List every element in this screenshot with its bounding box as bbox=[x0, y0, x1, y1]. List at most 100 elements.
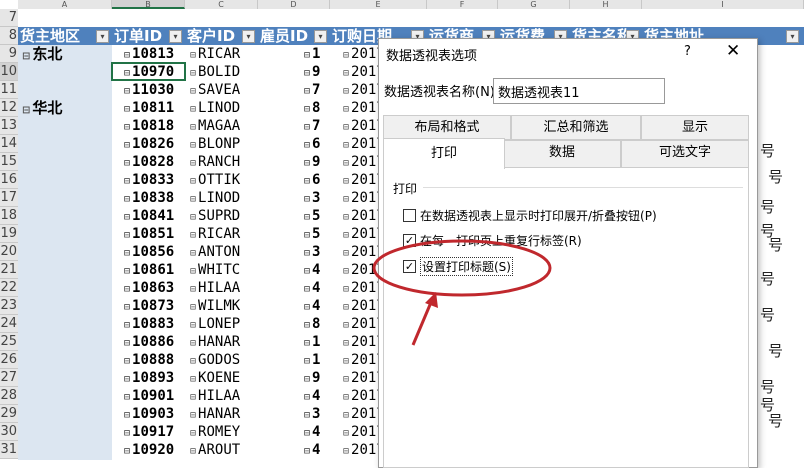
collapse-icon[interactable]: ⊟ bbox=[304, 176, 310, 187]
collapse-icon[interactable]: ⊟ bbox=[343, 230, 349, 241]
order-id-cell[interactable]: ⊟ 10841 bbox=[124, 207, 174, 225]
customer-id-cell[interactable]: ⊟ OTTIK bbox=[190, 171, 240, 189]
filter-dropdown-icon[interactable]: ▾ bbox=[314, 30, 327, 43]
order-id-cell[interactable]: ⊟ 10856 bbox=[124, 243, 174, 261]
order-id-cell[interactable]: ⊟ 10826 bbox=[124, 135, 174, 153]
customer-id-cell[interactable]: ⊟ BLONP bbox=[190, 135, 240, 153]
row-header[interactable]: 31 bbox=[0, 441, 18, 459]
collapse-icon[interactable]: ⊟ bbox=[124, 446, 130, 457]
order-date-cell[interactable]: ⊟2017 bbox=[343, 423, 378, 441]
collapse-icon[interactable]: ⊟ bbox=[124, 356, 130, 367]
row-header[interactable]: 27 bbox=[0, 369, 18, 387]
column-header[interactable]: H bbox=[570, 0, 642, 9]
order-id-cell[interactable]: ⊟ 10851 bbox=[124, 225, 174, 243]
collapse-icon[interactable]: ⊟ bbox=[190, 212, 196, 223]
collapse-icon[interactable]: ⊟ bbox=[304, 410, 310, 421]
collapse-icon[interactable]: ⊟ bbox=[304, 266, 310, 277]
tab-display[interactable]: 显示 bbox=[641, 115, 749, 140]
collapse-icon[interactable]: ⊟ bbox=[304, 140, 310, 151]
employee-id-cell[interactable]: ⊟ 3 bbox=[304, 189, 320, 207]
column-header[interactable]: A bbox=[18, 0, 112, 9]
order-date-cell[interactable]: ⊟2017 bbox=[343, 261, 378, 279]
order-date-cell[interactable]: ⊟2017 bbox=[343, 45, 378, 63]
column-header[interactable]: D bbox=[258, 0, 330, 9]
row-header[interactable]: 18 bbox=[0, 207, 18, 225]
close-button[interactable]: ✕ bbox=[726, 41, 740, 61]
tab-layout-format[interactable]: 布局和格式 bbox=[383, 115, 511, 140]
collapse-icon[interactable]: ⊟ bbox=[190, 392, 196, 403]
order-date-cell[interactable]: ⊟2017 bbox=[343, 369, 378, 387]
tab-alt-text[interactable]: 可选文字 bbox=[621, 140, 749, 168]
collapse-icon[interactable]: ⊟ bbox=[124, 266, 130, 277]
employee-id-cell[interactable]: ⊟ 4 bbox=[304, 387, 320, 405]
employee-id-cell[interactable]: ⊟ 4 bbox=[304, 423, 320, 441]
filter-dropdown-icon[interactable]: ▾ bbox=[169, 30, 182, 43]
collapse-icon[interactable]: ⊟ bbox=[304, 194, 310, 205]
column-header[interactable]: F bbox=[427, 0, 498, 9]
collapse-icon[interactable]: ⊟ bbox=[124, 338, 130, 349]
row-header[interactable]: 14 bbox=[0, 135, 18, 153]
row-header[interactable]: 25 bbox=[0, 333, 18, 351]
collapse-icon[interactable]: ⊟ bbox=[304, 356, 310, 367]
row-header[interactable]: 12 bbox=[0, 99, 18, 117]
row-header[interactable]: 17 bbox=[0, 189, 18, 207]
customer-id-cell[interactable]: ⊟ HILAA bbox=[190, 279, 240, 297]
pivot-name-input[interactable] bbox=[493, 78, 665, 104]
order-date-cell[interactable]: ⊟2017 bbox=[343, 333, 378, 351]
repeat-row-labels-checkbox[interactable]: ✓ 在每一打印页上重复行标签(R) bbox=[403, 232, 582, 249]
employee-id-cell[interactable]: ⊟ 3 bbox=[304, 243, 320, 261]
collapse-icon[interactable]: ⊟ bbox=[190, 428, 196, 439]
collapse-icon[interactable]: ⊟ bbox=[343, 338, 349, 349]
collapse-icon[interactable]: ⊟ bbox=[190, 176, 196, 187]
column-header[interactable]: C bbox=[185, 0, 258, 9]
collapse-icon[interactable]: ⊟ bbox=[124, 212, 130, 223]
customer-id-cell[interactable]: ⊟ AROUT bbox=[190, 441, 240, 459]
customer-id-cell[interactable]: ⊟ BOLID bbox=[190, 63, 240, 81]
order-id-cell[interactable]: ⊟ 10818 bbox=[124, 117, 174, 135]
order-id-cell[interactable]: ⊟ 10917 bbox=[124, 423, 174, 441]
collapse-icon[interactable]: ⊟ bbox=[190, 374, 196, 385]
collapse-icon[interactable]: ⊟ bbox=[304, 212, 310, 223]
order-id-cell[interactable]: ⊟ 10863 bbox=[124, 279, 174, 297]
order-id-cell[interactable]: ⊟ 10838 bbox=[124, 189, 174, 207]
order-id-cell[interactable]: ⊟ 10901 bbox=[124, 387, 174, 405]
order-date-cell[interactable]: ⊟2017 bbox=[343, 81, 378, 99]
column-header[interactable]: G bbox=[498, 0, 570, 9]
customer-id-cell[interactable]: ⊟ LINOD bbox=[190, 99, 240, 117]
collapse-icon[interactable]: ⊟ bbox=[343, 86, 349, 97]
collapse-icon[interactable]: ⊟ bbox=[343, 410, 349, 421]
employee-id-cell[interactable]: ⊟ 9 bbox=[304, 63, 320, 81]
employee-id-cell[interactable]: ⊟ 1 bbox=[304, 333, 320, 351]
customer-id-cell[interactable]: ⊟ ROMEY bbox=[190, 423, 240, 441]
collapse-icon[interactable]: ⊟ bbox=[343, 50, 349, 61]
collapse-icon[interactable]: ⊟ bbox=[190, 122, 196, 133]
order-date-cell[interactable]: ⊟2017 bbox=[343, 441, 378, 459]
row-header[interactable]: 24 bbox=[0, 315, 18, 333]
collapse-icon[interactable]: ⊟ bbox=[343, 194, 349, 205]
customer-id-cell[interactable]: ⊟ ANTON bbox=[190, 243, 240, 261]
tab-print[interactable]: 打印 bbox=[383, 138, 505, 169]
order-date-cell[interactable]: ⊟2017 bbox=[343, 351, 378, 369]
row-header[interactable]: 16 bbox=[0, 171, 18, 189]
print-expand-collapse-checkbox[interactable]: 在数据透视表上显示时打印展开/折叠按钮(P) bbox=[403, 207, 657, 224]
order-date-cell[interactable]: ⊟2017 bbox=[343, 189, 378, 207]
collapse-icon[interactable]: ⊟ bbox=[304, 320, 310, 331]
collapse-icon[interactable]: ⊟ bbox=[124, 392, 130, 403]
employee-id-cell[interactable]: ⊟ 7 bbox=[304, 81, 320, 99]
collapse-icon[interactable]: ⊟ bbox=[304, 50, 310, 61]
employee-id-cell[interactable]: ⊟ 1 bbox=[304, 351, 320, 369]
collapse-icon[interactable]: ⊟ bbox=[190, 302, 196, 313]
row-header[interactable]: 28 bbox=[0, 387, 18, 405]
collapse-icon[interactable]: ⊟ bbox=[343, 122, 349, 133]
collapse-icon[interactable]: ⊟ bbox=[124, 122, 130, 133]
customer-id-cell[interactable]: ⊟ GODOS bbox=[190, 351, 240, 369]
order-date-cell[interactable]: ⊟2017 bbox=[343, 279, 378, 297]
collapse-icon[interactable]: ⊟ bbox=[343, 248, 349, 259]
help-button[interactable]: ? bbox=[684, 44, 691, 59]
collapse-icon[interactable]: ⊟ bbox=[304, 248, 310, 259]
collapse-icon[interactable]: ⊟ bbox=[343, 176, 349, 187]
collapse-icon[interactable]: ⊟ bbox=[124, 284, 130, 295]
customer-id-cell[interactable]: ⊟ SUPRD bbox=[190, 207, 240, 225]
customer-id-cell[interactable]: ⊟ KOENE bbox=[190, 369, 240, 387]
customer-id-cell[interactable]: ⊟ RICAR bbox=[190, 45, 240, 63]
